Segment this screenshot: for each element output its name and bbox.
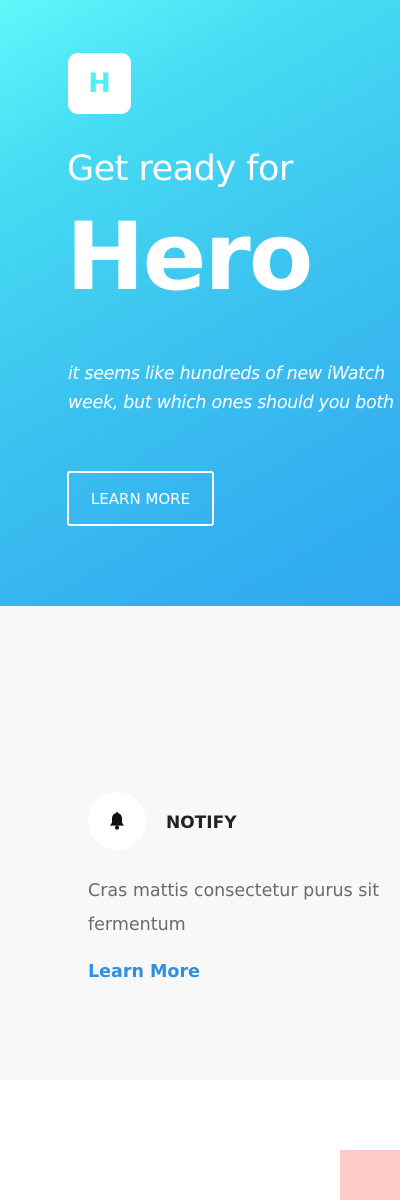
feature-title: NOTIFY — [166, 813, 237, 833]
hero-tagline: it seems like hundreds of new iWatch wee… — [68, 360, 400, 418]
bell-icon — [110, 811, 124, 830]
hero-section: H Get ready for Hero it seems like hundr… — [0, 0, 400, 606]
decorative-pink-block — [340, 1150, 400, 1200]
feature-description: Cras mattis consectetur purus sit fermen… — [88, 881, 380, 935]
learn-more-button[interactable]: LEARN MORE — [67, 471, 214, 526]
hero-tagline-line-2: week, but which ones should you both — [68, 393, 394, 413]
logo[interactable]: H — [68, 53, 131, 114]
logo-letter: H — [88, 68, 111, 99]
hero-headline: Hero — [66, 203, 313, 312]
hero-tagline-line-1: it seems like hundreds of new iWatch — [68, 364, 385, 384]
feature-icon-circle — [88, 792, 146, 850]
features-section: NOTIFY Cras mattis consectetur purus sit… — [0, 606, 400, 1080]
feature-learn-more-link[interactable]: Learn More — [88, 960, 200, 984]
hero-eyebrow: Get ready for — [67, 149, 293, 189]
